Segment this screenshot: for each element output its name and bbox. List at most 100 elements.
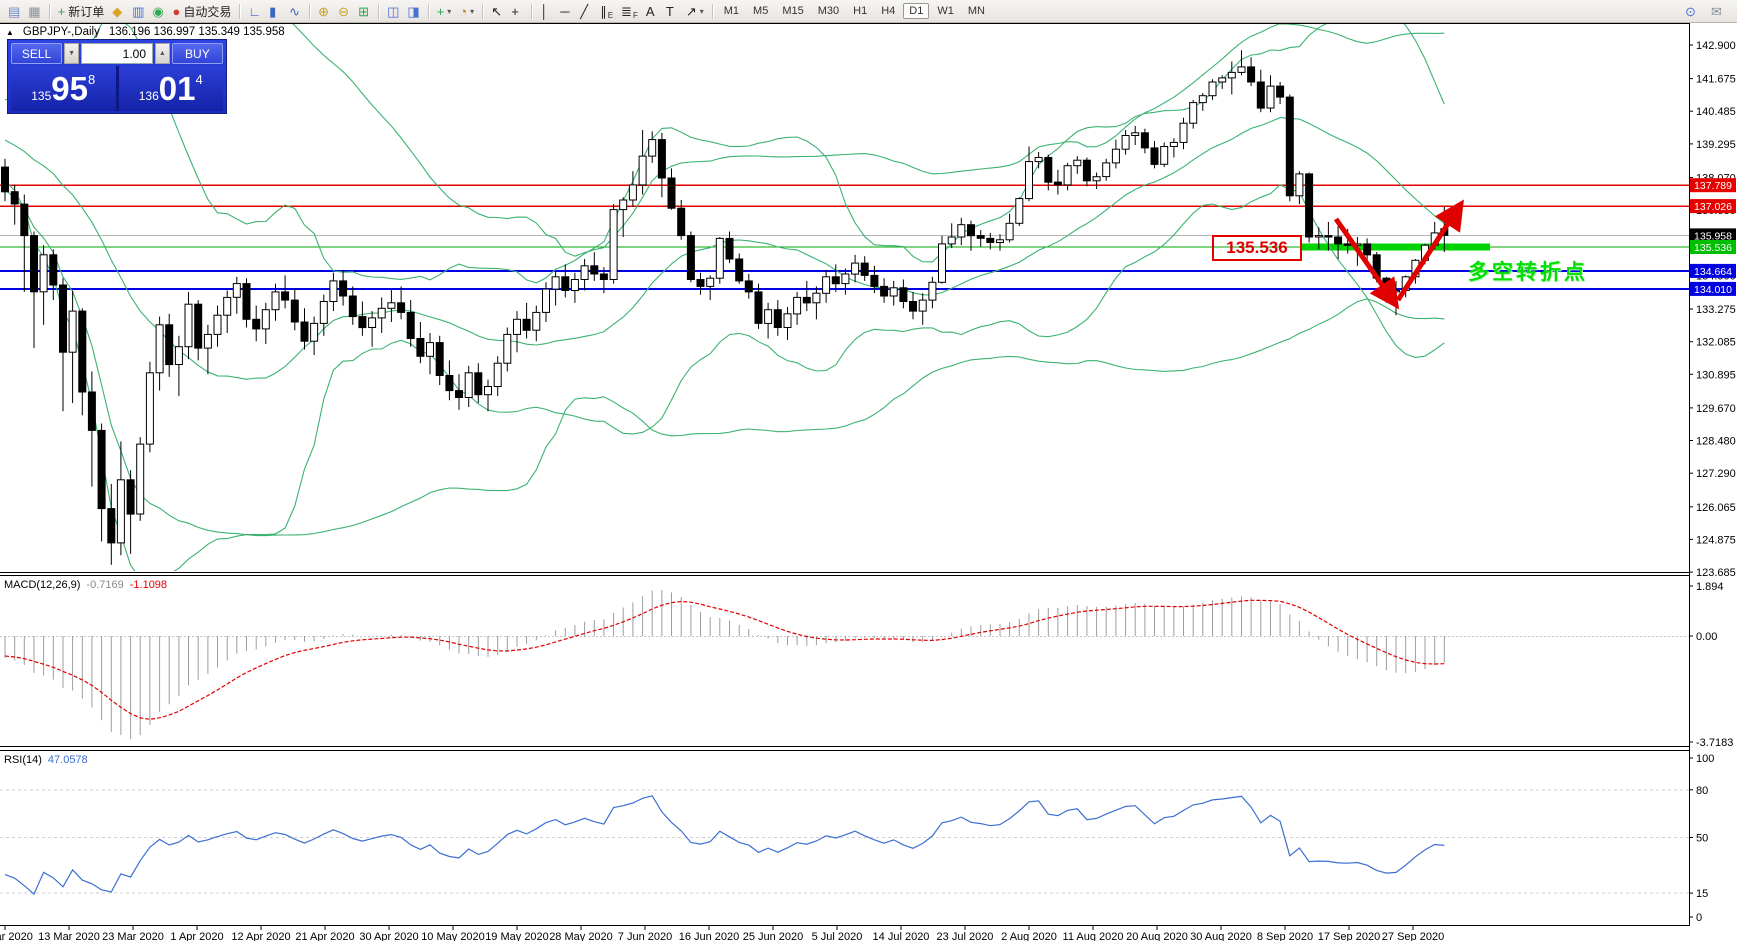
data-window-icon: ▦ bbox=[28, 3, 41, 19]
macd-signal-value: -1.1098 bbox=[129, 579, 168, 591]
trendline-icon: ╱ bbox=[580, 3, 589, 19]
autotrading-button: ● bbox=[172, 3, 181, 19]
svg-text:12 Apr 2020: 12 Apr 2020 bbox=[231, 931, 290, 941]
svg-text:130.895: 130.895 bbox=[1696, 369, 1736, 381]
chart-window-icon: ▤ bbox=[8, 3, 21, 19]
price-annotation-box[interactable]: 135.536 bbox=[1212, 235, 1302, 261]
toolbar-separator bbox=[711, 3, 713, 19]
text-icon[interactable]: A bbox=[642, 2, 662, 21]
zoom-out-icon[interactable]: ⊖ bbox=[334, 2, 354, 21]
svg-text:10 May 2020: 10 May 2020 bbox=[421, 931, 485, 941]
sell-button[interactable]: SELL bbox=[11, 43, 63, 64]
new-order-button-label: 新订单 bbox=[68, 4, 105, 19]
templates-icon[interactable]: ◫ bbox=[383, 2, 403, 21]
autotrading-button[interactable]: ● 自动交易 bbox=[169, 2, 236, 21]
svg-text:16 Jun 2020: 16 Jun 2020 bbox=[679, 931, 740, 941]
timeframe-m5[interactable]: M5 bbox=[747, 3, 774, 19]
symbol-marker-icon: ▲ bbox=[6, 27, 14, 37]
fibonacci-icon[interactable]: ≣ F bbox=[617, 2, 642, 21]
svg-text:1.894: 1.894 bbox=[1696, 581, 1724, 593]
rsi-label-row: RSI(14) 47.0578 bbox=[4, 754, 88, 766]
svg-text:19 May 2020: 19 May 2020 bbox=[485, 931, 549, 941]
chart-window-icon[interactable]: ▤ bbox=[4, 2, 24, 21]
svg-text:137.789: 137.789 bbox=[1694, 180, 1732, 192]
chart-candles-icon[interactable]: ▮ bbox=[265, 2, 285, 21]
timeframe-w1[interactable]: W1 bbox=[931, 3, 960, 19]
profiles-icon: ◨ bbox=[407, 3, 420, 19]
timeframe-h4[interactable]: H4 bbox=[875, 3, 901, 19]
volume-increase-button[interactable]: ▲ bbox=[155, 43, 170, 64]
timeframe-m30[interactable]: M30 bbox=[812, 3, 845, 19]
macd-label: MACD(12,26,9) bbox=[4, 579, 81, 591]
buy-price[interactable]: 136 01 4 bbox=[118, 66, 223, 111]
timeframe-d1[interactable]: D1 bbox=[903, 3, 930, 19]
chat-icon[interactable]: ✉ bbox=[1707, 2, 1727, 21]
zoom-in-icon: ⊕ bbox=[318, 3, 330, 19]
volume-decrease-button[interactable]: ▼ bbox=[64, 43, 79, 64]
timeframe-mn[interactable]: MN bbox=[962, 3, 991, 19]
zoom-out-icon: ⊖ bbox=[338, 3, 350, 19]
crosshair-icon: + bbox=[511, 3, 519, 19]
label-icon[interactable]: T bbox=[662, 2, 682, 21]
macd-label-row: MACD(12,26,9) -0.7169 -1.1098 bbox=[4, 579, 167, 591]
timeframe-m15[interactable]: M15 bbox=[776, 3, 809, 19]
svg-text:7 Jun 2020: 7 Jun 2020 bbox=[618, 931, 672, 941]
signals-icon[interactable]: ◉ bbox=[149, 2, 169, 21]
svg-text:50: 50 bbox=[1696, 833, 1708, 845]
metaeditor-icon[interactable]: ▥ bbox=[128, 2, 148, 21]
arrows-icon[interactable]: ↗ ▾ bbox=[682, 2, 708, 21]
sell-price[interactable]: 135 95 8 bbox=[11, 66, 116, 111]
svg-text:21 Apr 2020: 21 Apr 2020 bbox=[295, 931, 354, 941]
chart-bars-icon[interactable]: ∟ bbox=[244, 2, 265, 21]
profiles-icon[interactable]: ◨ bbox=[403, 2, 423, 21]
sell-price-prefix: 135 bbox=[31, 88, 52, 103]
horizontal-line-icon[interactable]: ─ bbox=[556, 2, 576, 21]
turning-point-label[interactable]: 多空转折点 bbox=[1468, 256, 1588, 286]
arrows-icon: ↗ bbox=[685, 3, 697, 19]
period-icon[interactable]: ◔ ▾ bbox=[455, 2, 478, 21]
volume-input[interactable] bbox=[81, 43, 153, 64]
svg-text:27 Sep 2020: 27 Sep 2020 bbox=[1382, 931, 1444, 941]
svg-text:5 Jul 2020: 5 Jul 2020 bbox=[812, 931, 863, 941]
timeframe-m1[interactable]: M1 bbox=[718, 3, 745, 19]
cursor-icon[interactable]: ↖ bbox=[487, 2, 507, 21]
horizontal-line-icon: ─ bbox=[560, 3, 570, 19]
svg-text:129.670: 129.670 bbox=[1696, 403, 1736, 415]
tile-windows-icon[interactable]: ⊞ bbox=[354, 2, 374, 21]
svg-text:123.685: 123.685 bbox=[1696, 567, 1736, 579]
svg-text:141.675: 141.675 bbox=[1696, 74, 1736, 86]
channel-icon[interactable]: ∥ E bbox=[596, 2, 617, 21]
svg-text:2 Aug 2020: 2 Aug 2020 bbox=[1001, 931, 1057, 941]
zoom-in-icon[interactable]: ⊕ bbox=[314, 2, 334, 21]
search-icon[interactable]: ⊙ bbox=[1681, 2, 1701, 21]
market-watch-icon: ◆ bbox=[112, 3, 123, 19]
timeframe-h1[interactable]: H1 bbox=[847, 3, 873, 19]
svg-text:142.900: 142.900 bbox=[1696, 40, 1736, 52]
toolbar-separator bbox=[48, 3, 50, 19]
crosshair-icon[interactable]: + bbox=[507, 2, 527, 21]
data-window-icon[interactable]: ▦ bbox=[24, 2, 44, 21]
chart-canvas[interactable]: 142.900141.675140.485139.295138.070136.8… bbox=[0, 23, 1737, 941]
signals-icon: ◉ bbox=[152, 3, 164, 19]
svg-text:137.026: 137.026 bbox=[1694, 201, 1732, 213]
svg-text:14 Jul 2020: 14 Jul 2020 bbox=[873, 931, 930, 941]
vertical-line-icon: │ bbox=[540, 3, 549, 19]
svg-text:139.295: 139.295 bbox=[1696, 139, 1736, 151]
svg-text:15: 15 bbox=[1696, 888, 1708, 900]
svg-text:30 Aug 2020: 30 Aug 2020 bbox=[1190, 931, 1252, 941]
autotrading-button-label: 自动交易 bbox=[183, 4, 232, 19]
add-indicator-button: + bbox=[436, 3, 445, 19]
toolbar-separator bbox=[378, 3, 380, 19]
chart-line-icon[interactable]: ∿ bbox=[285, 2, 305, 21]
market-watch-icon[interactable]: ◆ bbox=[108, 2, 128, 21]
vertical-line-icon[interactable]: │ bbox=[536, 2, 556, 21]
svg-text:11 Aug 2020: 11 Aug 2020 bbox=[1063, 931, 1124, 941]
svg-text:1 Apr 2020: 1 Apr 2020 bbox=[170, 931, 223, 941]
svg-text:134.664: 134.664 bbox=[1694, 266, 1732, 278]
buy-button[interactable]: BUY bbox=[171, 43, 223, 64]
trendline-icon[interactable]: ╱ bbox=[576, 2, 596, 21]
cursor-icon: ↖ bbox=[491, 3, 503, 19]
new-order-button[interactable]: + 新订单 bbox=[54, 2, 109, 21]
metaeditor-icon: ▥ bbox=[132, 3, 145, 19]
add-indicator-button[interactable]: + ▾ bbox=[433, 2, 456, 21]
